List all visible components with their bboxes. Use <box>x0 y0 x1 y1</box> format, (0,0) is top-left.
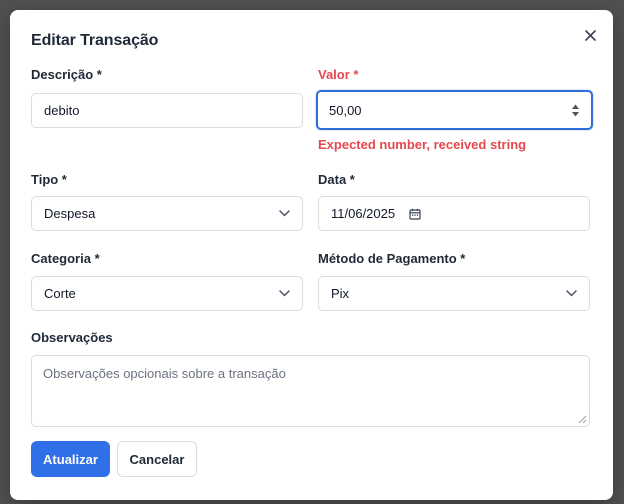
valor-value: 50,00 <box>329 102 362 118</box>
categoria-value: Corte <box>44 286 76 301</box>
update-button[interactable]: Atualizar <box>31 441 110 477</box>
metodo-label: Método de Pagamento * <box>318 251 466 266</box>
close-icon <box>584 29 596 41</box>
categoria-label: Categoria * <box>31 251 100 266</box>
observacoes-label: Observações <box>31 330 113 345</box>
observacoes-placeholder: Observações opcionais sobre a transação <box>43 366 286 381</box>
data-value: 11/06/2025 <box>331 206 396 221</box>
descricao-label: Descrição * <box>31 67 102 82</box>
tipo-label: Tipo * <box>31 172 67 187</box>
spinner-arrows-icon[interactable] <box>571 103 580 118</box>
descricao-input[interactable]: debito <box>31 93 303 128</box>
cancel-button[interactable]: Cancelar <box>117 441 197 477</box>
chevron-down-icon <box>279 290 290 297</box>
chevron-down-icon <box>566 290 577 297</box>
categoria-select[interactable]: Corte <box>31 276 303 311</box>
valor-input[interactable]: 50,00 <box>316 90 593 130</box>
metodo-value: Pix <box>331 286 350 301</box>
data-label: Data * <box>318 172 355 187</box>
close-button[interactable] <box>581 26 599 44</box>
resize-handle-icon[interactable] <box>578 415 587 424</box>
dialog-title: Editar Transação <box>31 32 159 49</box>
observacoes-textarea[interactable]: Observações opcionais sobre a transação <box>31 355 590 427</box>
tipo-value: Despesa <box>44 206 96 221</box>
tipo-select[interactable]: Despesa <box>31 196 303 231</box>
edit-transaction-dialog: Editar Transação Descrição * debito Valo… <box>10 10 613 500</box>
descricao-value: debito <box>44 103 80 118</box>
calendar-icon[interactable] <box>409 208 421 220</box>
chevron-down-icon <box>279 210 290 217</box>
valor-error-message: Expected number, received string <box>318 137 527 152</box>
data-input[interactable]: 11/06/2025 <box>318 196 590 231</box>
valor-label: Valor * <box>318 67 359 82</box>
metodo-select[interactable]: Pix <box>318 276 590 311</box>
